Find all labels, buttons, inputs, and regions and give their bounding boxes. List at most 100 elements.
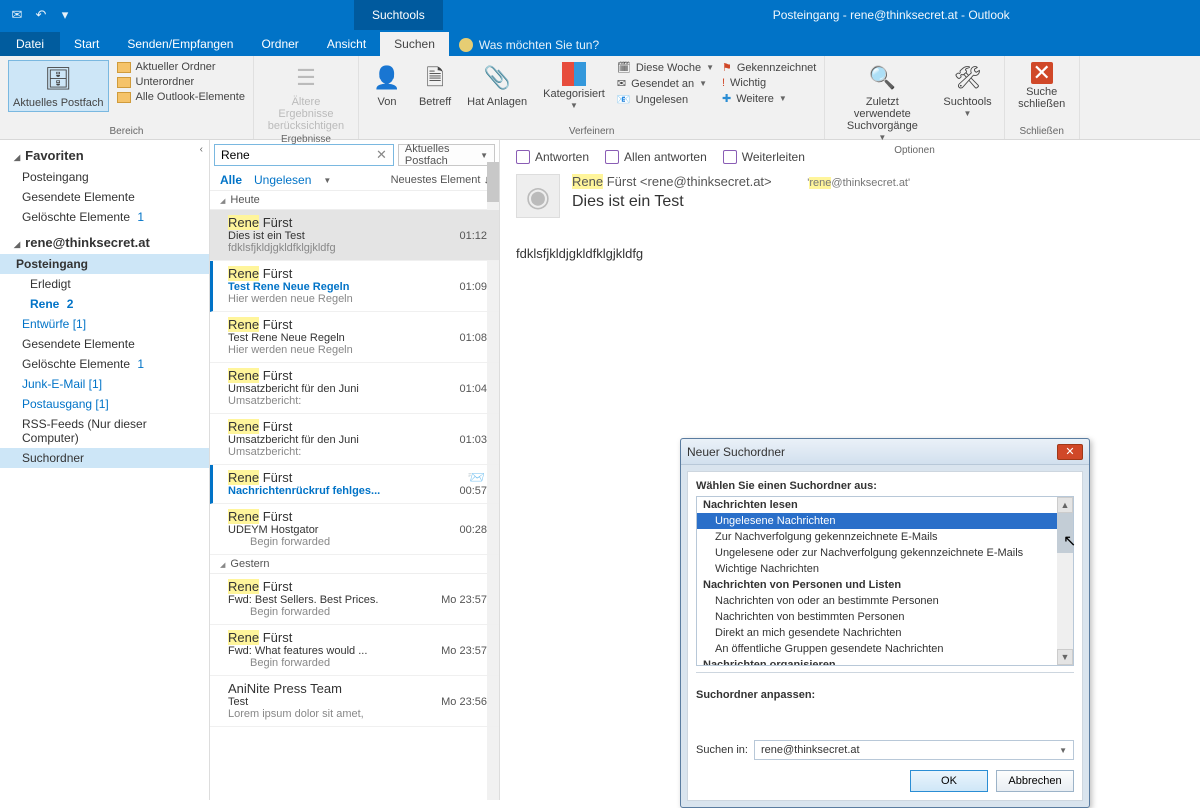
tab-start[interactable]: Start: [60, 32, 113, 56]
nav-done[interactable]: Erledigt: [0, 274, 209, 294]
refine-sent-to[interactable]: ✉Gesendet an▼: [617, 76, 714, 91]
list-category: Nachrichten von Personen und Listen: [697, 577, 1073, 593]
nav-rene[interactable]: Rene 2: [0, 294, 209, 314]
scope-current-mailbox-label: Aktuelles Postfach: [13, 97, 104, 109]
message-item[interactable]: Rene Fürst Dies ist ein Test01:12 fdklsf…: [210, 210, 499, 261]
refine-from[interactable]: 👤Von: [367, 60, 407, 110]
close-search[interactable]: ✕Suche schließen: [1013, 60, 1071, 112]
refine-has-attachment[interactable]: 📎Hat Anlagen: [463, 60, 531, 110]
nav-junk[interactable]: Junk-E-Mail [1]: [0, 374, 209, 394]
favorites-header[interactable]: Favoriten: [0, 140, 209, 167]
from-rest: Fürst: [259, 630, 292, 645]
nav-sent[interactable]: Gesendete Elemente: [0, 334, 209, 354]
list-option[interactable]: Zur Nachverfolgung gekennzeichnete E-Mai…: [697, 529, 1073, 545]
message-item[interactable]: AniNite Press Team TestMo 23:56 Lorem ip…: [210, 676, 499, 727]
search-folder-listbox[interactable]: Nachrichten lesen Ungelesene Nachrichten…: [696, 496, 1074, 666]
qat-undo-icon[interactable]: ↶: [32, 6, 50, 24]
tab-search[interactable]: Suchen: [380, 32, 449, 56]
list-option[interactable]: Ungelesene oder zur Nachverfolgung geken…: [697, 545, 1073, 561]
message-item[interactable]: 📨 Rene Fürst Nachrichtenrückruf fehlges.…: [210, 465, 499, 504]
message-item[interactable]: Rene Fürst Umsatzbericht für den Juni01:…: [210, 414, 499, 465]
ribbon: 🗄 Aktuelles Postfach Aktueller Ordner Un…: [0, 56, 1200, 140]
tab-file[interactable]: Datei: [0, 32, 60, 56]
time: 01:08: [459, 332, 487, 344]
nav-fav-deleted[interactable]: Gelöschte Elemente 1: [0, 207, 209, 227]
refine-flagged[interactable]: ⚑Gekennzeichnet: [722, 60, 816, 75]
nav-drafts[interactable]: Entwürfe [1]: [0, 314, 209, 334]
important-icon: !: [722, 77, 725, 89]
reply-all-button[interactable]: Allen antworten: [605, 150, 707, 164]
search-scope-dropdown[interactable]: Aktuelles Postfach▼: [398, 144, 495, 166]
preview: Umsatzbericht:: [228, 446, 487, 458]
search-input[interactable]: [221, 148, 376, 162]
list-option[interactable]: Direkt an mich gesendete Nachrichten: [697, 625, 1073, 641]
filter-unread[interactable]: Ungelesen: [254, 173, 311, 187]
scope-all-outlook[interactable]: Alle Outlook-Elemente: [117, 90, 245, 104]
qat-more-icon[interactable]: ▾: [56, 6, 74, 24]
search-tools[interactable]: 🛠Suchtools▼: [939, 60, 995, 121]
refine-important[interactable]: !Wichtig: [722, 76, 816, 90]
account-header[interactable]: rene@thinksecret.at: [0, 227, 209, 254]
scope-current-folder[interactable]: Aktueller Ordner: [117, 60, 245, 74]
scroll-up-icon[interactable]: ▲: [1057, 497, 1073, 513]
message-item[interactable]: Rene Fürst Fwd: Best Sellers. Best Price…: [210, 574, 499, 625]
scroll-thumb[interactable]: [487, 162, 499, 202]
tell-me[interactable]: Was möchten Sie tun?: [449, 34, 609, 56]
tab-send-receive[interactable]: Senden/Empfangen: [113, 32, 247, 56]
refine-more[interactable]: ✚Weitere▼: [722, 91, 816, 106]
ok-button[interactable]: OK: [910, 770, 988, 792]
scope-current-mailbox[interactable]: 🗄 Aktuelles Postfach: [8, 60, 109, 112]
forward-button[interactable]: Weiterleiten: [723, 150, 805, 164]
dialog-titlebar[interactable]: Neuer Suchordner ✕: [681, 439, 1089, 465]
collapse-nav-icon[interactable]: ‹: [200, 144, 203, 155]
filter-all[interactable]: Alle: [220, 173, 242, 187]
message-item[interactable]: Rene Fürst Umsatzbericht für den Juni01:…: [210, 363, 499, 414]
nav-outbox[interactable]: Postausgang [1]: [0, 394, 209, 414]
refine-subject[interactable]: 🗎Betreff: [415, 60, 455, 110]
nav-fav-sent[interactable]: Gesendete Elemente: [0, 187, 209, 207]
dialog-close-button[interactable]: ✕: [1057, 444, 1083, 460]
preview: Umsatzbericht:: [228, 395, 487, 407]
count: 1: [137, 357, 144, 371]
message-item[interactable]: Rene Fürst Fwd: What features would ...M…: [210, 625, 499, 676]
tab-folder[interactable]: Ordner: [247, 32, 312, 56]
clear-search-icon[interactable]: ✕: [376, 147, 387, 163]
qat-mail-icon[interactable]: ✉: [8, 6, 26, 24]
refine-unread[interactable]: 📧Ungelesen: [617, 92, 714, 107]
tab-view[interactable]: Ansicht: [313, 32, 380, 56]
refine-categorized[interactable]: Kategorisiert▼: [539, 60, 609, 113]
list-option[interactable]: Nachrichten von bestimmten Personen: [697, 609, 1073, 625]
group-verfeinern: 👤Von 🗎Betreff 📎Hat Anlagen Kategorisiert…: [359, 56, 825, 139]
refine-this-week[interactable]: 🗓Diese Woche▼: [617, 60, 714, 75]
scroll-down-icon[interactable]: ▼: [1057, 649, 1073, 665]
list-option[interactable]: Ungelesene Nachrichten: [697, 513, 1073, 529]
group-caption: Schließen: [1013, 126, 1071, 137]
group-today[interactable]: Heute: [210, 191, 499, 210]
message-item[interactable]: Rene Fürst UDEYM Hostgator00:28 Begin fo…: [210, 504, 499, 555]
nav-searchfolders[interactable]: Suchordner: [0, 448, 209, 468]
search-box[interactable]: ✕: [214, 144, 394, 166]
search-in-combo[interactable]: rene@thinksecret.at▼: [754, 740, 1074, 760]
message-item[interactable]: Rene Fürst Test Rene Neue Regeln01:09 Hi…: [210, 261, 499, 312]
recent-searches[interactable]: 🔍Zuletzt verwendete Suchvorgänge▼: [833, 60, 931, 145]
nav-deleted[interactable]: Gelöschte Elemente 1: [0, 354, 209, 374]
cancel-button[interactable]: Abbrechen: [996, 770, 1074, 792]
group-yesterday[interactable]: Gestern: [210, 555, 499, 574]
message-item[interactable]: Rene Fürst Test Rene Neue Regeln01:08 Hi…: [210, 312, 499, 363]
tell-me-label: Was möchten Sie tun?: [479, 38, 599, 52]
recall-icon: 📨: [468, 469, 485, 486]
nav-inbox[interactable]: Posteingang: [0, 254, 209, 274]
sort-dropdown[interactable]: Neuestes Element ↓: [391, 174, 489, 186]
subject: Test Rene Neue Regeln: [228, 281, 349, 293]
list-option[interactable]: An öffentliche Gruppen gesendete Nachric…: [697, 641, 1073, 657]
from-rest: Fürst: [259, 470, 292, 485]
label: Antworten: [535, 150, 589, 164]
reply-button[interactable]: Antworten: [516, 150, 589, 164]
list-option[interactable]: Wichtige Nachrichten: [697, 561, 1073, 577]
scope-subfolders[interactable]: Unterordner: [117, 75, 245, 89]
listbox-scrollbar[interactable]: ▲ ▼: [1057, 497, 1073, 665]
from-highlight: Rene: [228, 470, 259, 485]
nav-rss[interactable]: RSS-Feeds (Nur dieser Computer): [0, 414, 209, 448]
list-option[interactable]: Nachrichten von oder an bestimmte Person…: [697, 593, 1073, 609]
nav-fav-inbox[interactable]: Posteingang: [0, 167, 209, 187]
